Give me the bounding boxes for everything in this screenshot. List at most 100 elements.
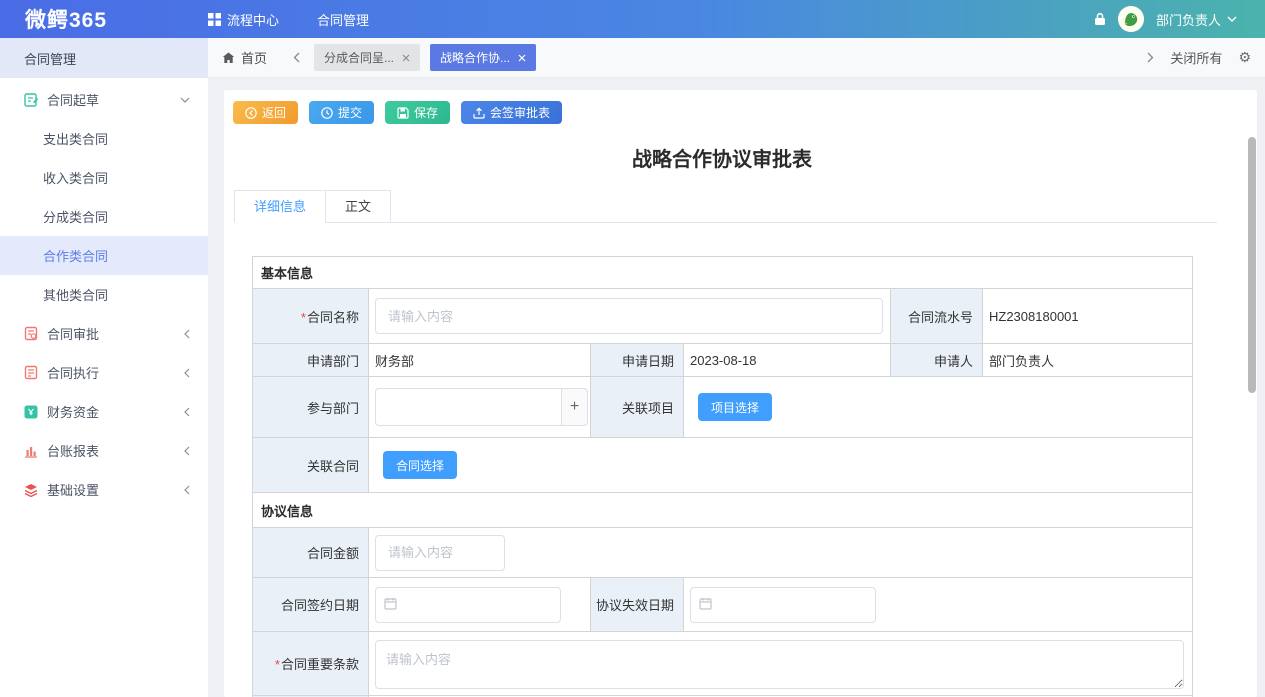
key-terms-cell (369, 632, 1193, 696)
related-project-cell: 项目选择 (684, 377, 1193, 438)
sign-date-label: 合同签约日期 (253, 578, 369, 632)
sidebar-item-share-contract[interactable]: 分成类合同 (0, 197, 208, 236)
contract-select-button[interactable]: 合同选择 (383, 451, 457, 479)
join-dept-input[interactable] (375, 388, 588, 426)
calendar-icon (699, 597, 712, 610)
sidebar-item-contract-execution[interactable]: 合同执行 (0, 353, 208, 392)
close-icon[interactable] (518, 54, 526, 62)
expire-date-cell (684, 578, 1193, 632)
top-nav-label: 合同管理 (317, 10, 369, 29)
grid-icon (208, 13, 221, 26)
sidebar-item-income-contract[interactable]: 收入类合同 (0, 158, 208, 197)
contract-form-table: 基本信息 *合同名称 合同流水号 HZ2308180001 申请部门 财务部 申… (252, 256, 1193, 697)
related-contract-label: 关联合同 (253, 438, 369, 493)
gear-icon[interactable]: ⚙ (1238, 49, 1251, 66)
sidebar-item-ledger-reports[interactable]: 台账报表 (0, 431, 208, 470)
vertical-scrollbar[interactable] (1248, 137, 1256, 393)
expire-date-input[interactable] (690, 587, 876, 623)
chevron-left-icon (184, 407, 190, 417)
join-dept-label: 参与部门 (253, 377, 369, 438)
tab-strategic-cooperation[interactable]: 战略合作协... (430, 44, 536, 71)
save-button-label: 保存 (414, 104, 438, 121)
detail-tabs: 详细信息 正文 (234, 190, 1217, 223)
calendar-icon (384, 597, 397, 610)
countersign-button-label: 会签审批表 (490, 104, 550, 121)
close-icon[interactable] (402, 54, 410, 62)
sidebar-item-label: 财务资金 (47, 402, 99, 421)
expire-date-label: 协议失效日期 (591, 578, 684, 632)
tab-scroll-right[interactable] (1147, 52, 1154, 63)
sign-date-input[interactable] (375, 587, 561, 623)
apply-dept-value: 财务部 (369, 344, 591, 377)
sidebar-item-contract-approval[interactable]: 合同审批 (0, 314, 208, 353)
finance-icon (24, 405, 38, 419)
amount-label: 合同金额 (253, 528, 369, 578)
applicant-value: 部门负责人 (983, 344, 1193, 377)
join-dept-cell: + (369, 377, 591, 438)
amount-input[interactable] (375, 535, 505, 571)
apply-date-value: 2023-08-18 (684, 344, 891, 377)
top-nav: 流程中心 合同管理 (208, 10, 369, 29)
save-icon (397, 107, 409, 119)
tab-share-contract[interactable]: 分成合同呈... (314, 44, 420, 71)
key-terms-label: *合同重要条款 (253, 632, 369, 696)
sidebar-item-finance-funds[interactable]: 财务资金 (0, 392, 208, 431)
top-nav-label: 流程中心 (227, 10, 279, 29)
contract-name-cell (369, 289, 891, 344)
tab-detail-info[interactable]: 详细信息 (234, 190, 326, 223)
submit-button[interactable]: 提交 (309, 101, 374, 124)
countersign-button[interactable]: 会签审批表 (461, 101, 562, 124)
save-button[interactable]: 保存 (385, 101, 450, 124)
sidebar-item-label: 合同审批 (47, 324, 99, 343)
submit-button-label: 提交 (338, 104, 362, 121)
user-menu[interactable]: 部门负责人 (1156, 10, 1237, 29)
contract-name-input[interactable] (375, 298, 883, 334)
sidebar-item-other-contract[interactable]: 其他类合同 (0, 275, 208, 314)
home-icon (222, 52, 235, 64)
chevron-left-icon (184, 368, 190, 378)
sidebar-item-label: 台账报表 (47, 441, 99, 460)
main-area: 首页 分成合同呈... 战略合作协... 关闭所 (208, 38, 1265, 697)
tab-main-text[interactable]: 正文 (326, 190, 391, 223)
form-toolbar: 返回 提交 保存 (224, 90, 1257, 124)
top-nav-contract-management[interactable]: 合同管理 (317, 10, 369, 29)
lock-icon[interactable] (1094, 12, 1106, 26)
required-mark: * (275, 657, 280, 672)
sidebar-item-label: 合同执行 (47, 363, 99, 382)
apply-dept-label: 申请部门 (253, 344, 369, 377)
related-project-label: 关联项目 (591, 377, 684, 438)
project-select-button[interactable]: 项目选择 (698, 393, 772, 421)
amount-cell (369, 528, 1193, 578)
clock-icon (321, 107, 333, 119)
avatar[interactable] (1118, 6, 1144, 32)
key-terms-textarea[interactable] (375, 640, 1184, 689)
tab-home-label: 首页 (241, 48, 267, 67)
tab-scroll-left[interactable] (279, 52, 314, 63)
tab-home[interactable]: 首页 (214, 48, 279, 67)
user-name: 部门负责人 (1156, 10, 1221, 29)
sidebar-item-expense-contract[interactable]: 支出类合同 (0, 119, 208, 158)
chevron-left-icon (184, 446, 190, 456)
add-department-button[interactable]: + (561, 388, 588, 426)
execution-doc-icon (24, 365, 38, 380)
app-logo: 微鳄365 (0, 4, 208, 34)
top-header-bar: 微鳄365 流程中心 合同管理 部门负责人 (0, 0, 1265, 38)
sidebar-item-contract-draft[interactable]: 合同起草 (0, 80, 208, 119)
chevron-left-icon (184, 329, 190, 339)
back-button-label: 返回 (262, 104, 286, 121)
required-mark: * (301, 310, 306, 325)
serial-label: 合同流水号 (891, 289, 983, 344)
sidebar-item-cooperation-contract[interactable]: 合作类合同 (0, 236, 208, 275)
approval-doc-icon (24, 326, 38, 341)
back-button[interactable]: 返回 (233, 101, 298, 124)
sidebar-item-basic-settings[interactable]: 基础设置 (0, 470, 208, 509)
sidebar-item-label: 基础设置 (47, 480, 99, 499)
sidebar-item-label: 合同起草 (47, 90, 99, 109)
contract-name-label: *合同名称 (253, 289, 369, 344)
serial-value: HZ2308180001 (983, 289, 1193, 344)
chevron-down-icon (180, 97, 190, 103)
form-title: 战略合作协议审批表 (252, 143, 1192, 172)
top-nav-process-center[interactable]: 流程中心 (208, 10, 279, 29)
close-all-tabs[interactable]: 关闭所有 (1170, 48, 1222, 67)
layers-icon (24, 483, 38, 497)
